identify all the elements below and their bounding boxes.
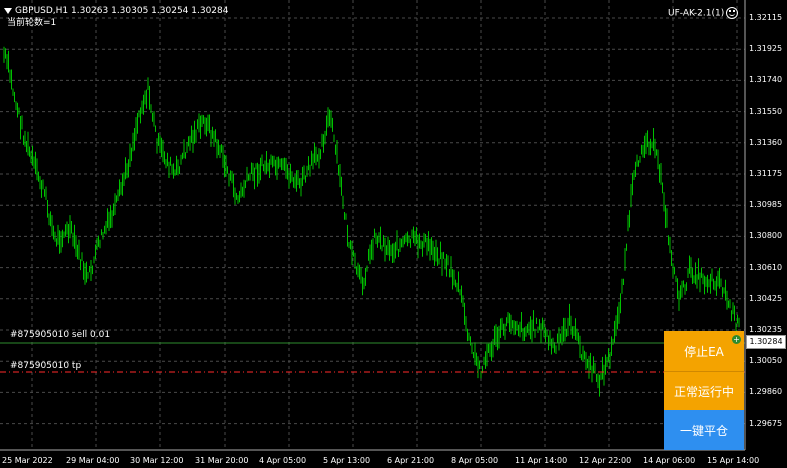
time-tick: 29 Mar 04:00 (66, 456, 120, 465)
price-tick: 1.31360 (749, 137, 783, 147)
price-tick: 1.31925 (749, 44, 783, 54)
time-tick: 30 Mar 12:00 (130, 456, 184, 465)
time-tick: 5 Apr 13:00 (323, 456, 371, 465)
dropdown-arrow-icon[interactable] (4, 7, 12, 14)
current-price-tag: 1.30284 (746, 335, 786, 349)
close-all-button[interactable]: 一键平仓 (664, 410, 744, 450)
symbol-info: GBPUSD,H1 1.30263 1.30305 1.30254 1.3028… (4, 6, 228, 17)
price-tick: 1.31740 (749, 75, 783, 85)
time-tick: 31 Mar 20:00 (195, 456, 249, 465)
sell-order-label: #875905010 sell 0.01 (10, 330, 111, 340)
ea-name: UF-AK-2.1(1) (668, 7, 739, 20)
price-tick: 1.30235 (749, 325, 783, 334)
time-tick: 25 Mar 2022 (2, 456, 53, 465)
time-tick: 15 Apr 14:00 (707, 456, 760, 465)
time-tick: 6 Apr 21:00 (387, 456, 435, 465)
price-tick: 1.30800 (749, 231, 783, 241)
tp-order-label: #875905010 tp (10, 361, 82, 371)
price-tick: 1.29675 (749, 418, 783, 428)
counter-text: 当前轮数=1 (7, 18, 57, 28)
price-tick: 1.29860 (749, 387, 783, 397)
time-tick: 8 Apr 05:00 (451, 456, 499, 465)
time-tick: 12 Apr 22:00 (579, 456, 632, 465)
time-tick: 14 Apr 06:00 (643, 456, 696, 465)
time-tick: 11 Apr 14:00 (515, 456, 568, 465)
price-tick: 1.31175 (749, 169, 783, 178)
add-icon[interactable]: + (732, 335, 741, 344)
price-tick: 1.30985 (749, 200, 783, 210)
price-tick: 1.32115 (749, 13, 783, 22)
price-tick: 1.30050 (749, 356, 783, 366)
time-tick: 4 Apr 05:00 (259, 456, 307, 465)
status-indicator: 正常运行中 (664, 371, 744, 411)
price-tick: 1.31550 (749, 106, 783, 116)
price-tick: 1.30610 (749, 262, 783, 272)
price-tick: 1.30425 (749, 293, 783, 303)
smiley-icon (726, 7, 739, 19)
